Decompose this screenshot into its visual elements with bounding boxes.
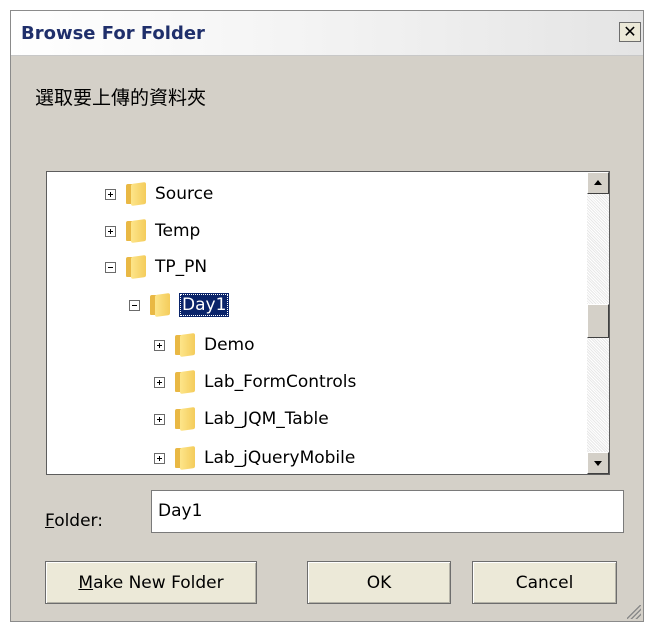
tree-item-source[interactable]: Source bbox=[105, 176, 213, 212]
cancel-button[interactable]: Cancel bbox=[472, 561, 617, 604]
tree-item-demo[interactable]: Demo bbox=[154, 327, 255, 363]
folder-input[interactable]: Day1 bbox=[151, 490, 624, 533]
folder-label: Folder: bbox=[45, 511, 103, 531]
arrow-up-icon bbox=[594, 180, 602, 185]
vertical-scrollbar[interactable] bbox=[587, 172, 609, 474]
scroll-thumb[interactable] bbox=[587, 304, 609, 338]
expand-plus-icon[interactable] bbox=[154, 339, 165, 351]
tree-item-lab-jquerymobile[interactable]: Lab_jQueryMobile bbox=[154, 440, 356, 474]
tree-item-label: Lab_jQueryMobile bbox=[204, 448, 356, 468]
window-title: Browse For Folder bbox=[21, 23, 205, 44]
tree-item-label-selected: Day1 bbox=[179, 293, 230, 317]
expand-plus-icon[interactable] bbox=[105, 188, 116, 200]
tree-item-lab-formcontrols[interactable]: Lab_FormControls bbox=[154, 364, 356, 400]
make-new-folder-button[interactable]: Make New Folder bbox=[45, 561, 257, 604]
folder-tree[interactable]: Source Temp TP_PN Day1 Demo Lab_FormCont… bbox=[46, 171, 610, 475]
folder-icon bbox=[125, 218, 147, 244]
arrow-down-icon bbox=[594, 461, 602, 466]
tree-item-tp-pn[interactable]: TP_PN bbox=[105, 249, 207, 285]
tree-item-day1[interactable]: Day1 bbox=[129, 287, 230, 323]
collapse-minus-icon[interactable] bbox=[129, 299, 140, 311]
close-button[interactable]: ✕ bbox=[619, 22, 641, 42]
dialog-prompt: 選取要上傳的資料夾 bbox=[35, 87, 207, 109]
tree-item-temp[interactable]: Temp bbox=[105, 213, 200, 249]
tree-item-lab-jqm-table[interactable]: Lab_JQM_Table bbox=[154, 401, 329, 437]
folder-icon bbox=[174, 406, 196, 432]
tree-item-label: Lab_JQM_Table bbox=[204, 409, 329, 429]
scroll-down-button[interactable] bbox=[587, 452, 609, 474]
folder-icon bbox=[174, 445, 196, 471]
folder-icon bbox=[125, 254, 147, 280]
collapse-minus-icon[interactable] bbox=[105, 261, 116, 273]
open-folder-icon bbox=[149, 292, 171, 318]
ok-button[interactable]: OK bbox=[307, 561, 451, 604]
expand-plus-icon[interactable] bbox=[105, 225, 116, 237]
folder-icon bbox=[174, 332, 196, 358]
expand-plus-icon[interactable] bbox=[154, 413, 165, 425]
expand-plus-icon[interactable] bbox=[154, 376, 165, 388]
tree-item-label: Lab_FormControls bbox=[204, 372, 357, 392]
tree-item-label: Temp bbox=[155, 221, 201, 241]
browse-for-folder-dialog: Browse For Folder ✕ 選取要上傳的資料夾 Source Tem… bbox=[10, 10, 644, 622]
folder-icon bbox=[125, 181, 147, 207]
resize-grip-icon[interactable] bbox=[627, 605, 641, 619]
scroll-up-button[interactable] bbox=[587, 172, 609, 194]
tree-item-label: Demo bbox=[204, 335, 255, 355]
title-bar[interactable]: Browse For Folder ✕ bbox=[11, 11, 643, 56]
expand-plus-icon[interactable] bbox=[154, 452, 165, 464]
close-icon: ✕ bbox=[623, 22, 637, 41]
tree-item-label: TP_PN bbox=[155, 257, 208, 277]
folder-icon bbox=[174, 369, 196, 395]
tree-item-label: Source bbox=[155, 184, 214, 204]
